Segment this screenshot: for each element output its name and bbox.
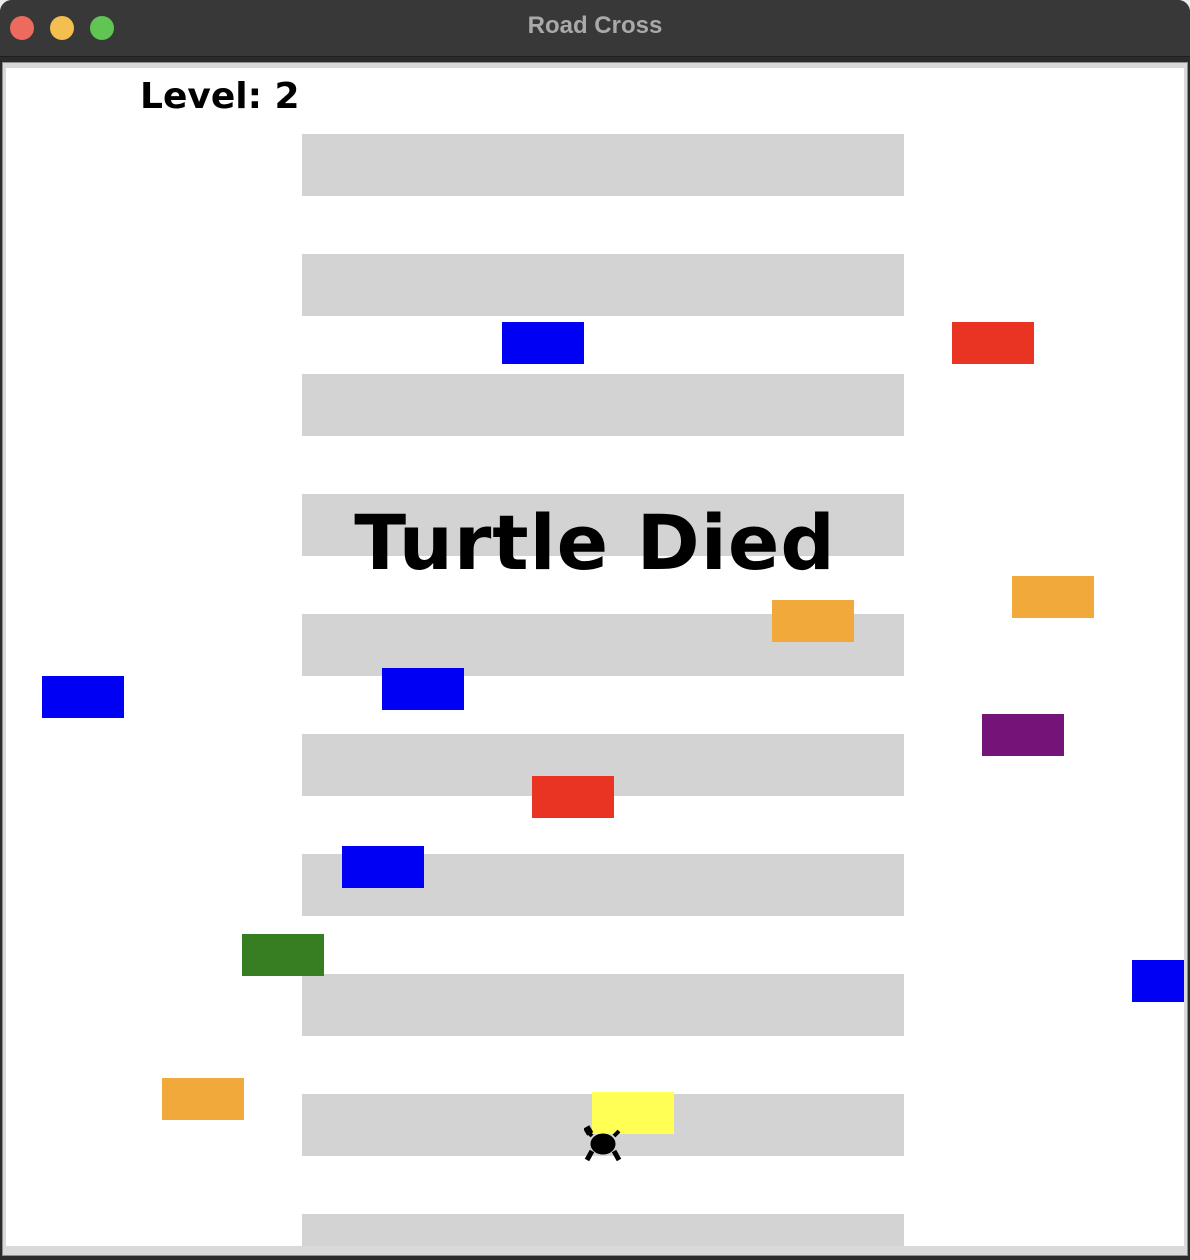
- game-canvas[interactable]: Level: 2: [6, 68, 1184, 1246]
- car: [242, 934, 324, 976]
- car: [382, 668, 464, 710]
- road-stripe: [302, 254, 904, 316]
- title-bar: Road Cross: [0, 0, 1190, 57]
- car: [502, 322, 584, 364]
- car: [952, 322, 1034, 364]
- level-indicator: Level: 2: [140, 76, 300, 117]
- road-stripe: [302, 1214, 904, 1246]
- car: [162, 1078, 244, 1120]
- window-title: Road Cross: [527, 12, 663, 39]
- road-stripe: [302, 374, 904, 436]
- road-stripe: [302, 134, 904, 196]
- car: [532, 776, 614, 818]
- road-stripe: [302, 974, 904, 1036]
- car: [982, 714, 1064, 756]
- turtle-icon: [584, 1125, 622, 1162]
- app-window: Road Cross Level: 2 Turtle Died: [0, 0, 1190, 1260]
- car: [42, 676, 124, 718]
- car: [342, 846, 424, 888]
- game-over-message: Turtle Died: [354, 498, 836, 587]
- car: [772, 600, 854, 642]
- car: [1132, 960, 1184, 1002]
